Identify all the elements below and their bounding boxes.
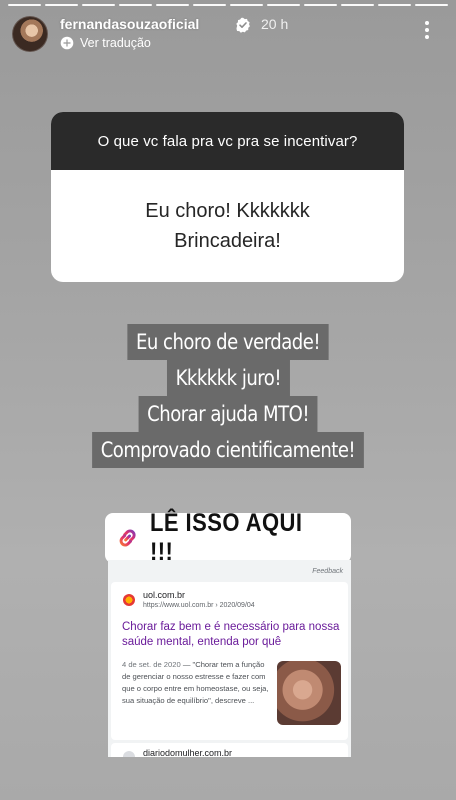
result-date: 4 de set. de 2020 xyxy=(122,660,181,669)
search-result-screenshot: Feedback uol.com.br https://www.uol.com.… xyxy=(108,560,351,757)
progress-segment xyxy=(156,4,189,6)
caption-line: Comprovado cientificamente! xyxy=(92,432,364,468)
progress-segment xyxy=(82,4,115,6)
caption-line: Eu choro de verdade! xyxy=(127,324,329,360)
link-icon xyxy=(119,529,136,547)
site-favicon-icon xyxy=(123,594,135,606)
progress-segment xyxy=(267,4,300,6)
story-progress-bar xyxy=(8,4,448,6)
feedback-label: Feedback xyxy=(312,568,343,575)
progress-segment xyxy=(230,4,263,6)
post-timestamp: 20 h xyxy=(261,16,289,32)
next-site-favicon-icon xyxy=(123,751,135,757)
see-translation-button[interactable]: Ver tradução xyxy=(60,36,151,50)
translate-icon xyxy=(60,36,74,50)
question-sticker: O que vc fala pra vc pra se incentivar? … xyxy=(51,112,404,282)
verified-badge-icon xyxy=(236,17,250,33)
caption-block: Eu choro de verdade! Kkkkkk juro! Chorar… xyxy=(0,324,456,468)
more-vertical-icon[interactable] xyxy=(424,20,430,40)
site-name: uol.com.br xyxy=(143,590,186,600)
caption-line: Chorar ajuda MTO! xyxy=(138,396,318,432)
progress-segment xyxy=(415,4,448,6)
next-result-card: diariodomulher.com.br xyxy=(111,743,348,757)
result-title: Chorar faz bem e é necessário para nossa… xyxy=(122,621,340,648)
see-translation-label: Ver tradução xyxy=(80,36,151,50)
story-header: fernandasouzaoficial 20 h Ver tradução xyxy=(12,14,446,54)
link-sticker-label: LÊ ISSO AQUI !!! xyxy=(150,509,303,566)
question-answer: Eu choro! Kkkkkkk Brincadeira! xyxy=(145,200,310,252)
progress-segment xyxy=(304,4,337,6)
avatar[interactable] xyxy=(12,16,48,52)
progress-segment xyxy=(193,4,226,6)
result-thumbnail xyxy=(277,661,341,725)
progress-segment xyxy=(8,4,41,6)
result-snippet: 4 de set. de 2020 — "Chorar tem a função… xyxy=(122,659,272,707)
link-sticker[interactable]: LÊ ISSO AQUI !!! xyxy=(105,509,351,566)
caption-line: Kkkkkk juro! xyxy=(166,360,290,396)
username[interactable]: fernandasouzaoficial xyxy=(60,16,199,32)
next-site-name: diariodomulher.com.br xyxy=(143,748,233,757)
story-viewer[interactable]: fernandasouzaoficial 20 h Ver tradução O… xyxy=(0,0,456,800)
progress-segment xyxy=(378,4,411,6)
question-text: O que vc fala pra vc pra se incentivar? xyxy=(51,112,404,170)
site-url: https://www.uol.com.br › 2020/09/04 xyxy=(143,602,255,609)
progress-segment xyxy=(341,4,374,6)
search-result-card: uol.com.br https://www.uol.com.br › 2020… xyxy=(111,582,348,740)
progress-segment xyxy=(45,4,78,6)
progress-segment xyxy=(119,4,152,6)
